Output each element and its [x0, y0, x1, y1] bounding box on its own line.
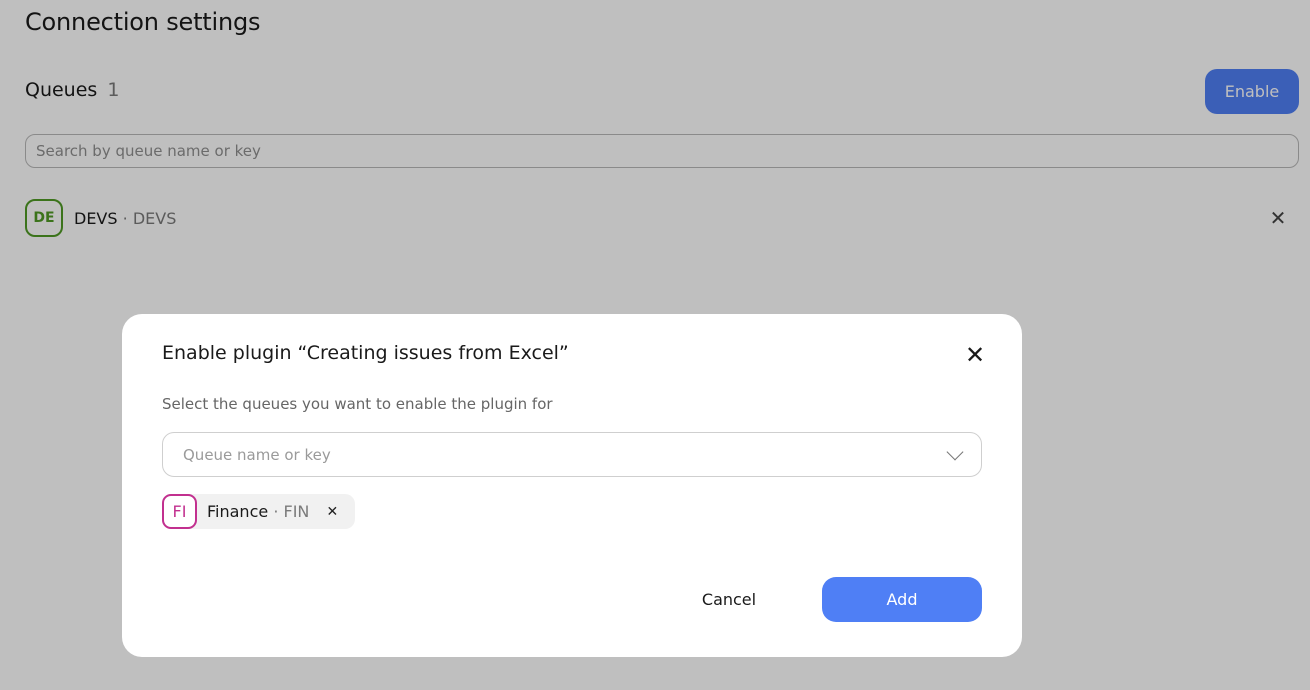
dialog-close-icon[interactable]: ✕ — [962, 341, 988, 369]
enable-plugin-dialog: Enable plugin “Creating issues from Exce… — [122, 314, 1022, 657]
add-button[interactable]: Add — [822, 577, 982, 622]
dialog-subtitle: Select the queues you want to enable the… — [162, 395, 553, 413]
chip-avatar: FI — [162, 494, 197, 529]
chip-label: Finance · FIN — [207, 502, 309, 521]
remove-chip-icon[interactable]: ✕ — [325, 504, 339, 520]
selected-queue-chip: FI Finance · FIN ✕ — [162, 494, 356, 529]
queue-select-placeholder: Queue name or key — [183, 445, 331, 464]
queue-select-dropdown[interactable]: Queue name or key — [162, 432, 982, 477]
chip-separator: · — [273, 502, 279, 521]
dialog-title: Enable plugin “Creating issues from Exce… — [162, 342, 569, 364]
chip-queue-key: FIN — [283, 502, 310, 521]
chevron-down-icon — [946, 443, 964, 460]
cancel-button[interactable]: Cancel — [684, 577, 774, 622]
chip-queue-name: Finance — [207, 502, 269, 521]
